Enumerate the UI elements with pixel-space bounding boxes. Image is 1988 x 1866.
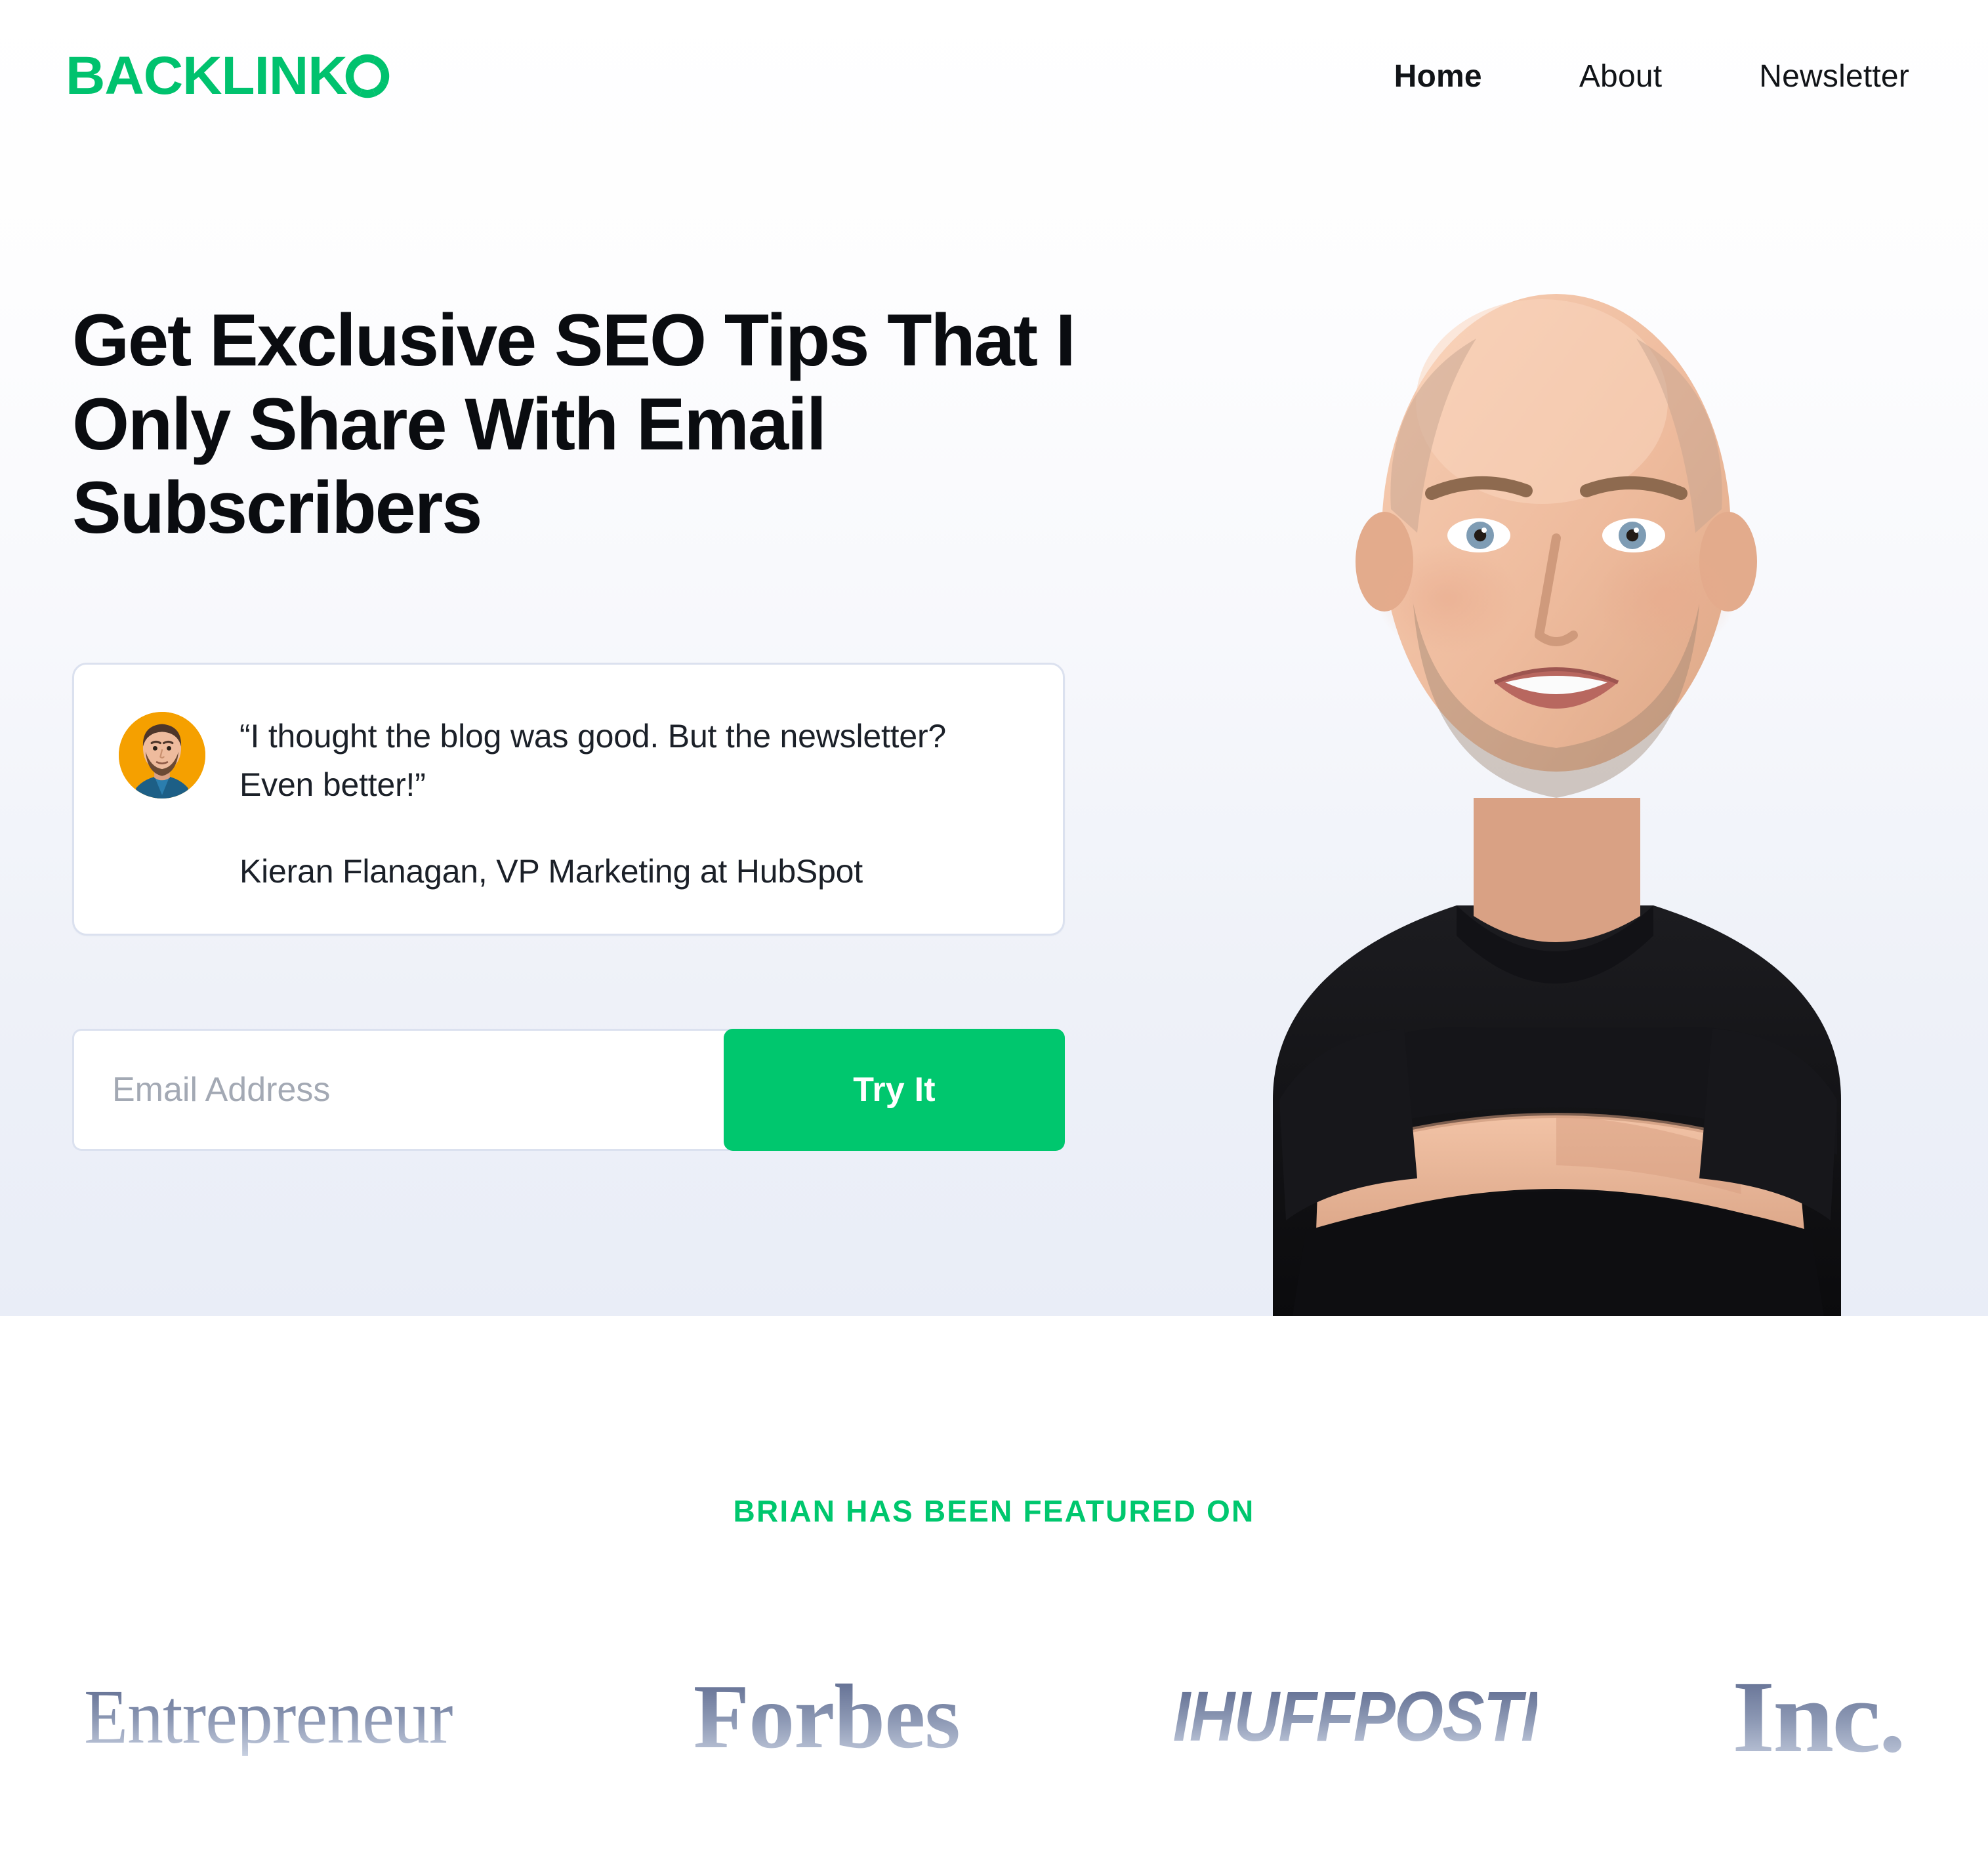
hero-portrait-photo [1122,181,1988,1316]
main-navigation: Home About Newsletter [1394,58,1916,94]
press-logo-inc: Inc. [1732,1660,1906,1774]
press-logo-entrepreneur: Entrepreneur [84,1674,453,1760]
email-input[interactable] [72,1029,733,1151]
hero-content: Get Exclusive SEO Tips That I Only Share… [72,299,1076,1151]
press-logo-huffpost: IHUFFPOSTI [1172,1677,1539,1756]
nav-item-home[interactable]: Home [1394,58,1482,94]
landing-page: BACKLINK Home About Newsletter Get Exclu… [0,0,1988,1866]
segmented-ring-o-icon [344,52,391,100]
testimonial-attribution: Kieran Flanagan, VP Marketing at HubSpot [239,853,863,890]
newsletter-signup-form: Try It [72,1029,1065,1151]
try-it-button[interactable]: Try It [724,1029,1065,1151]
nav-item-newsletter[interactable]: Newsletter [1759,58,1909,94]
page-title: Get Exclusive SEO Tips That I Only Share… [72,299,1076,549]
testimonial-card: “I thought the blog was good. But the ne… [72,663,1065,936]
backlinko-logo[interactable]: BACKLINK [66,46,391,106]
avatar [119,712,205,799]
featured-on-section: BRIAN HAS BEEN FEATURED ON Entrepreneur … [0,1316,1988,1866]
press-logo-row: Entrepreneur Forbes IHUFFPOSTI Inc. [0,1660,1988,1774]
testimonial-body: “I thought the blog was good. But the ne… [239,709,974,894]
featured-kicker: BRIAN HAS BEEN FEATURED ON [733,1494,1255,1528]
testimonial-quote: “I thought the blog was good. But the ne… [239,718,947,804]
hero-section: BACKLINK Home About Newsletter Get Exclu… [0,0,1988,1316]
press-logo-forbes: Forbes [693,1666,961,1768]
site-header: BACKLINK Home About Newsletter [0,0,1988,152]
logo-wordmark: BACKLINK [66,46,348,106]
nav-item-about[interactable]: About [1579,58,1662,94]
